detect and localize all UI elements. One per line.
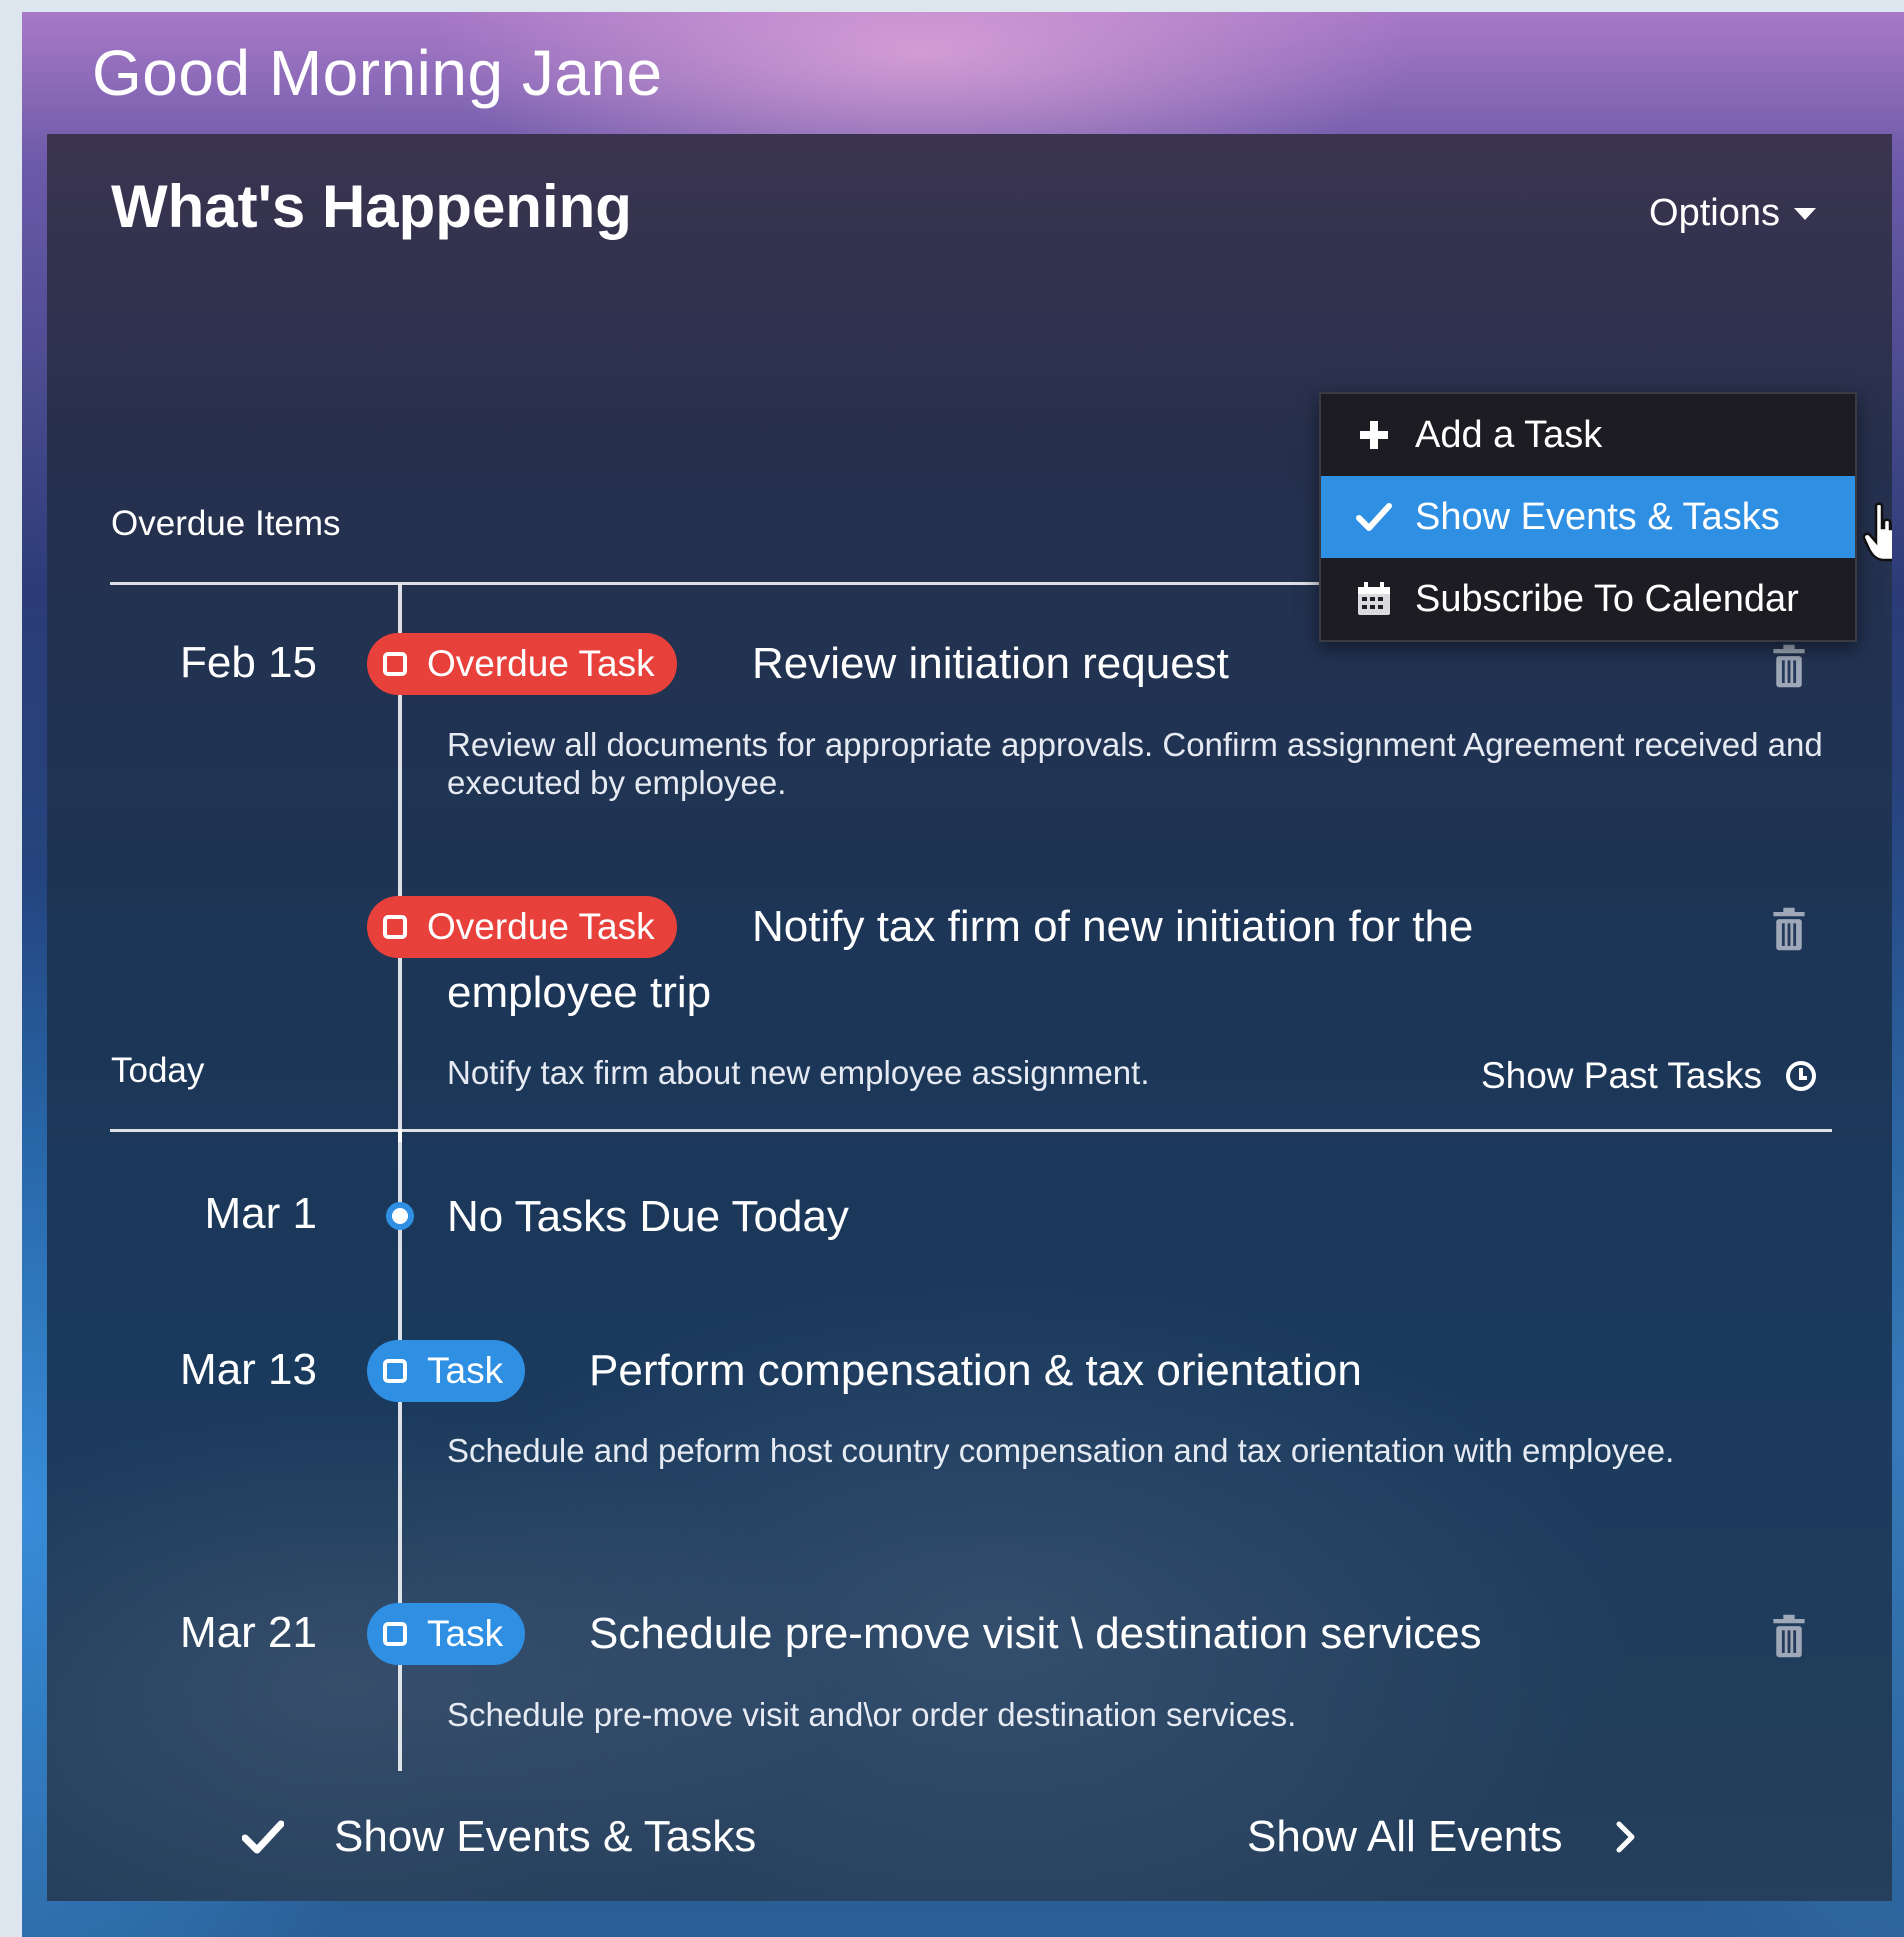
overdue-task-badge: Overdue Task [367,633,677,695]
options-dropdown-menu: Add a Task Show Events & Tasks Subscribe… [1319,392,1857,642]
task-description: Schedule pre-move visit and\or order des… [447,1696,1297,1733]
options-menu-button[interactable]: Options [1649,192,1816,235]
app-background: Good Morning Jane What's Happening Optio… [22,12,1904,1937]
task-badge: Task [367,1340,526,1402]
card-footer: Show Events & Tasks Show All Events [47,1794,1892,1901]
checkbox-icon [383,652,407,676]
show-past-tasks-label: Show Past Tasks [1480,1055,1762,1096]
task-title-continued[interactable]: employee trip [447,960,711,1026]
overdue-task-badge: Overdue Task [367,896,677,958]
card-title: What's Happening [111,173,632,240]
task-description: Review all documents for appropriate app… [447,726,1823,801]
footer-right-label: Show All Events [1247,1812,1563,1861]
show-past-tasks-button[interactable]: Show Past Tasks [1481,1055,1816,1097]
item-date: Feb 15 [180,638,317,687]
calendar-icon [1355,580,1393,618]
trash-icon[interactable] [1772,1614,1806,1658]
today-section-label: Today [111,1051,205,1090]
badge-label: Task [427,1613,504,1654]
show-events-tasks-toggle[interactable]: Show Events & Tasks [242,1812,756,1862]
badge-label: Overdue Task [427,643,655,684]
badge-label: Task [427,1350,504,1391]
checkbox-icon [383,1622,407,1646]
chevron-right-icon [1616,1821,1634,1853]
options-label: Options [1649,192,1780,234]
overdue-section-label: Overdue Items [111,504,341,543]
item-date: Mar 1 [204,1189,317,1238]
menu-item-add-task[interactable]: Add a Task [1321,394,1855,476]
menu-item-label: Subscribe To Calendar [1415,577,1799,620]
whats-happening-card: What's Happening Options Overdue Items F… [47,134,1892,1901]
today-divider [110,1129,1832,1132]
task-badge: Task [367,1603,526,1665]
menu-item-subscribe-calendar[interactable]: Subscribe To Calendar [1321,558,1855,640]
menu-item-label: Add a Task [1415,413,1603,456]
no-tasks-message: No Tasks Due Today [447,1192,849,1241]
timeline-dot [386,1202,414,1230]
trash-icon[interactable] [1772,644,1806,688]
footer-left-label: Show Events & Tasks [334,1812,757,1861]
task-title[interactable]: Schedule pre-move visit \ destination se… [589,1601,1482,1667]
clock-icon [1786,1061,1816,1091]
task-title[interactable]: Review initiation request [752,631,1229,697]
menu-item-show-events-tasks[interactable]: Show Events & Tasks [1321,476,1855,558]
checkbox-icon [383,1359,407,1383]
caret-down-icon [1794,207,1816,220]
badge-label: Overdue Task [427,906,655,947]
greeting-heading: Good Morning Jane [92,37,663,109]
item-date: Mar 21 [180,1608,317,1657]
menu-item-label: Show Events & Tasks [1415,495,1780,538]
item-date: Mar 13 [180,1345,317,1394]
task-description: Schedule and peform host country compens… [447,1432,1675,1469]
task-title[interactable]: Notify tax firm of new initiation for th… [752,894,1473,960]
check-icon [242,1820,284,1854]
task-description: Notify tax firm about new employee assig… [447,1054,1150,1091]
check-icon [1355,498,1393,536]
show-all-events-link[interactable]: Show All Events [1247,1812,1637,1862]
checkbox-icon [383,915,407,939]
trash-icon[interactable] [1772,907,1806,951]
hand-cursor-icon [1862,502,1892,564]
plus-icon [1355,416,1393,454]
task-title[interactable]: Perform compensation & tax orientation [589,1338,1362,1404]
